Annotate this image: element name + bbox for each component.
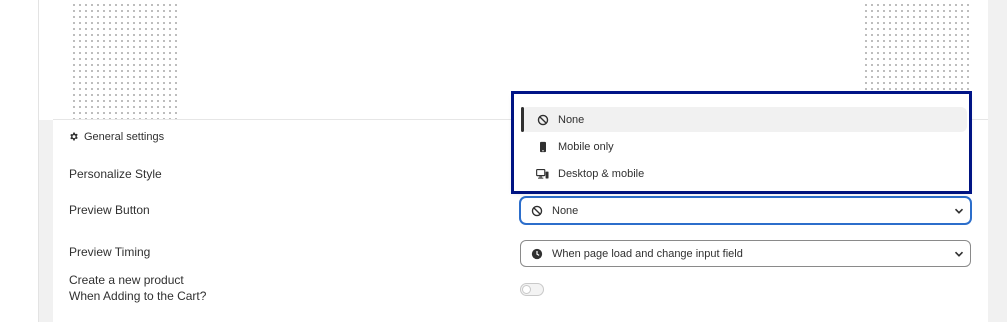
- dropdown-option-none[interactable]: None: [521, 107, 967, 132]
- left-rail: [0, 0, 39, 322]
- dropdown-popover: None Mobile only Desktop & mobile: [514, 94, 969, 191]
- preview-button-select[interactable]: None: [520, 197, 971, 224]
- preview-timing-select[interactable]: When page load and change input field: [520, 240, 971, 267]
- chevron-down-icon: [954, 251, 964, 257]
- mobile-icon: [536, 140, 549, 153]
- chevron-down-icon: [954, 208, 964, 214]
- dropdown-option-desktop-mobile[interactable]: Desktop & mobile: [521, 161, 967, 186]
- dropdown-option-label: Mobile only: [558, 140, 614, 153]
- preview-button-label: Preview Button: [69, 203, 150, 217]
- dropdown-option-label: Desktop & mobile: [558, 167, 645, 180]
- block-icon: [530, 204, 543, 217]
- toggle-knob: [522, 285, 531, 294]
- desktop-mobile-icon: [536, 167, 549, 180]
- create-product-label-line1: Create a new product: [69, 273, 184, 287]
- gear-icon: [70, 132, 78, 141]
- dropdown-option-mobile-only[interactable]: Mobile only: [521, 134, 967, 159]
- create-product-label-line2: When Adding to the Cart?: [69, 289, 207, 303]
- create-product-toggle[interactable]: [520, 283, 544, 296]
- preview-button-value: None: [552, 204, 579, 217]
- block-icon: [536, 113, 549, 126]
- section-title: General settings: [84, 131, 165, 143]
- preview-timing-value: When page load and change input field: [552, 247, 743, 260]
- dot-grid-left: [70, 0, 180, 120]
- personalize-style-label: Personalize Style: [69, 167, 162, 181]
- preview-timing-label: Preview Timing: [69, 245, 151, 259]
- right-gutter: [988, 0, 1007, 322]
- preview-button-dropdown: None Mobile only Desktop & mobile: [511, 91, 972, 194]
- clock-icon: [530, 247, 543, 260]
- dropdown-option-label: None: [558, 113, 585, 126]
- section-header: General settings: [69, 131, 164, 143]
